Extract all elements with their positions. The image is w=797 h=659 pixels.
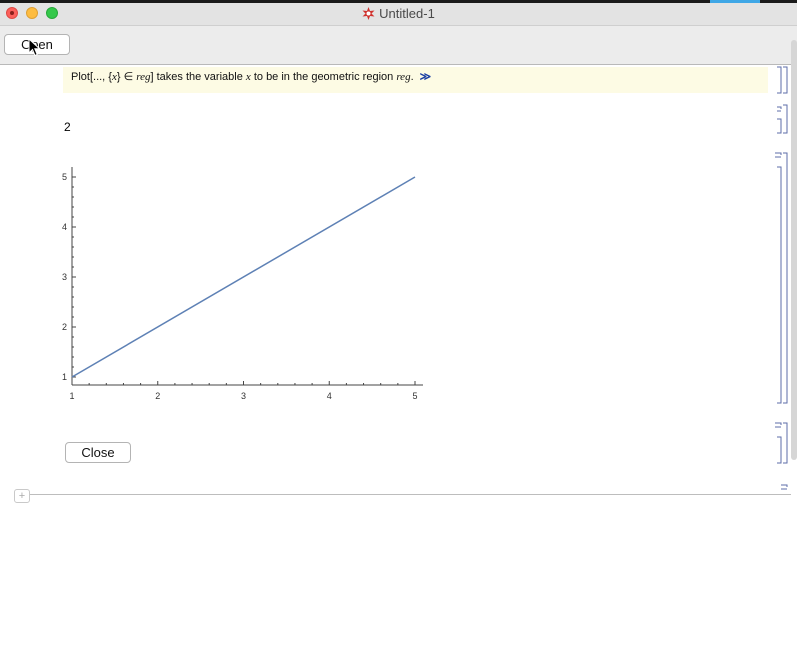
message-cell: Plot[..., {x} ∈ reg] takes the variable … — [63, 67, 768, 93]
output-value: 2 — [64, 120, 71, 134]
document-icon — [362, 7, 375, 20]
message-region: reg — [396, 71, 411, 83]
mouse-cursor-icon — [28, 38, 41, 57]
plot[interactable]: 1 2 3 4 5 1 2 3 4 5 — [55, 163, 435, 408]
message-text: Plot[..., { — [71, 71, 112, 83]
scrollbar[interactable] — [791, 40, 797, 460]
y-tick-label: 1 — [62, 372, 67, 382]
notebook: Plot[..., {x} ∈ reg] takes the variable … — [0, 65, 797, 659]
y-tick-label: 2 — [62, 322, 67, 332]
close-button[interactable]: Close — [65, 442, 131, 463]
window-title-group: Untitled-1 — [0, 6, 797, 21]
series-line — [71, 176, 416, 378]
toolbar: Open — [0, 26, 797, 65]
x-tick-label: 3 — [241, 391, 246, 401]
cell-insertion-line — [14, 494, 791, 495]
x-tick-label: 5 — [412, 391, 417, 401]
menu-highlight — [710, 0, 760, 3]
message-text: } ∈ — [116, 71, 137, 83]
more-info-link[interactable]: ≫ — [420, 71, 432, 83]
x-tick-label: 2 — [155, 391, 160, 401]
y-tick-label: 5 — [62, 172, 67, 182]
y-tick-label: 4 — [62, 222, 67, 232]
message-region: reg — [136, 71, 151, 83]
cell-brackets[interactable] — [765, 65, 791, 505]
y-tick-label: 3 — [62, 272, 67, 282]
message-text: . — [410, 71, 414, 83]
window-title: Untitled-1 — [379, 6, 435, 21]
add-cell-icon[interactable]: + — [14, 489, 30, 503]
x-tick-label: 1 — [69, 391, 74, 401]
menu-strip — [0, 0, 797, 3]
x-tick-label: 4 — [327, 391, 332, 401]
title-bar: Untitled-1 — [0, 0, 797, 26]
message-text: ] takes the variable — [150, 71, 246, 83]
message-text: to be in the geometric region — [250, 71, 397, 83]
